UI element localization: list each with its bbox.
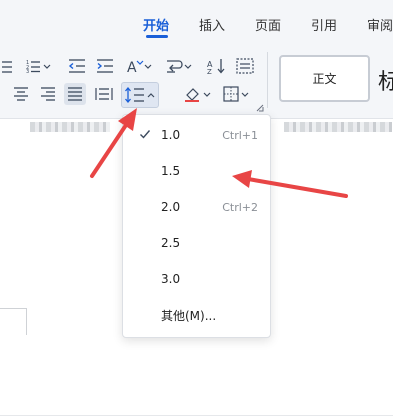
blurred-text <box>30 122 110 132</box>
text-wrap-icon <box>167 60 192 73</box>
justify-icon <box>68 87 82 101</box>
line-spacing-option-1-0[interactable]: 1.0 Ctrl+1 <box>123 117 270 153</box>
margin-marker <box>26 308 27 335</box>
unordered-list-button[interactable] <box>0 55 16 77</box>
align-center-icon <box>14 87 28 101</box>
menu-item-label: 1.0 <box>161 128 181 142</box>
line-spacing-option-other[interactable]: 其他(M)... <box>123 297 270 333</box>
check-icon <box>140 130 151 139</box>
justify-button[interactable] <box>64 83 86 105</box>
line-spacing-option-3-0[interactable]: 3.0 <box>123 261 270 297</box>
tab-page[interactable]: 页面 <box>255 15 281 34</box>
menu-item-label: 2.5 <box>161 236 181 250</box>
svg-text:3: 3 <box>26 69 29 73</box>
ribbon-tab-bar: 开始 插入 页面 引用 审阅 <box>0 0 393 40</box>
line-spacing-option-2-0[interactable]: 2.0 Ctrl+2 <box>123 189 270 225</box>
align-right-button[interactable] <box>37 83 59 105</box>
tab-home[interactable]: 开始 <box>143 15 169 34</box>
menu-item-shortcut: Ctrl+2 <box>222 200 258 214</box>
shading-button[interactable] <box>182 83 214 105</box>
shading-icon <box>185 88 211 102</box>
svg-text:A: A <box>127 60 137 74</box>
line-spacing-icon <box>125 86 155 104</box>
menu-item-label: 1.5 <box>161 164 181 178</box>
tab-references[interactable]: 引用 <box>311 15 337 34</box>
sort-button[interactable]: A Z <box>206 55 228 77</box>
table-borders-icon <box>223 86 249 102</box>
line-spacing-menu: 1.0 Ctrl+1 1.5 2.0 Ctrl+2 2.5 3.0 其他(M).… <box>122 114 271 338</box>
distributed-align-icon <box>95 88 113 100</box>
sort-icon: A Z <box>207 59 225 74</box>
margin-marker <box>0 308 27 309</box>
text-wrap-button[interactable] <box>164 55 194 77</box>
borders-button[interactable] <box>234 55 256 77</box>
line-spacing-button[interactable] <box>121 82 159 108</box>
align-right-icon <box>41 87 55 101</box>
style-heading-partial[interactable]: 标 <box>378 64 393 96</box>
menu-item-shortcut: Ctrl+1 <box>222 128 258 142</box>
borders-icon <box>236 58 254 74</box>
tab-review[interactable]: 审阅 <box>367 15 393 34</box>
distributed-align-button[interactable] <box>93 83 115 105</box>
numbered-list-icon: 1 2 3 <box>26 60 51 73</box>
table-borders-button[interactable] <box>222 83 252 105</box>
unordered-list-icon <box>2 61 12 73</box>
svg-text:Z: Z <box>207 68 212 74</box>
decrease-indent-icon <box>68 59 85 73</box>
line-spacing-option-1-5[interactable]: 1.5 <box>123 153 270 189</box>
active-tab-indicator <box>146 35 168 38</box>
numbered-list-button[interactable]: 1 2 3 <box>24 55 54 77</box>
line-spacing-option-2-5[interactable]: 2.5 <box>123 225 270 261</box>
menu-item-label: 其他(M)... <box>161 308 217 323</box>
style-normal[interactable]: 正文 <box>279 55 370 102</box>
increase-indent-button[interactable] <box>94 55 116 77</box>
align-center-button[interactable] <box>10 83 32 105</box>
increase-indent-icon <box>97 59 113 73</box>
decrease-indent-button[interactable] <box>66 55 88 77</box>
tab-insert[interactable]: 插入 <box>199 15 225 34</box>
ribbon-divider <box>267 52 268 108</box>
menu-item-label: 2.0 <box>161 200 181 214</box>
text-size-icon: A <box>127 60 152 74</box>
text-size-button[interactable]: A <box>124 55 154 77</box>
menu-item-label: 3.0 <box>161 272 181 286</box>
blurred-text <box>284 122 392 132</box>
